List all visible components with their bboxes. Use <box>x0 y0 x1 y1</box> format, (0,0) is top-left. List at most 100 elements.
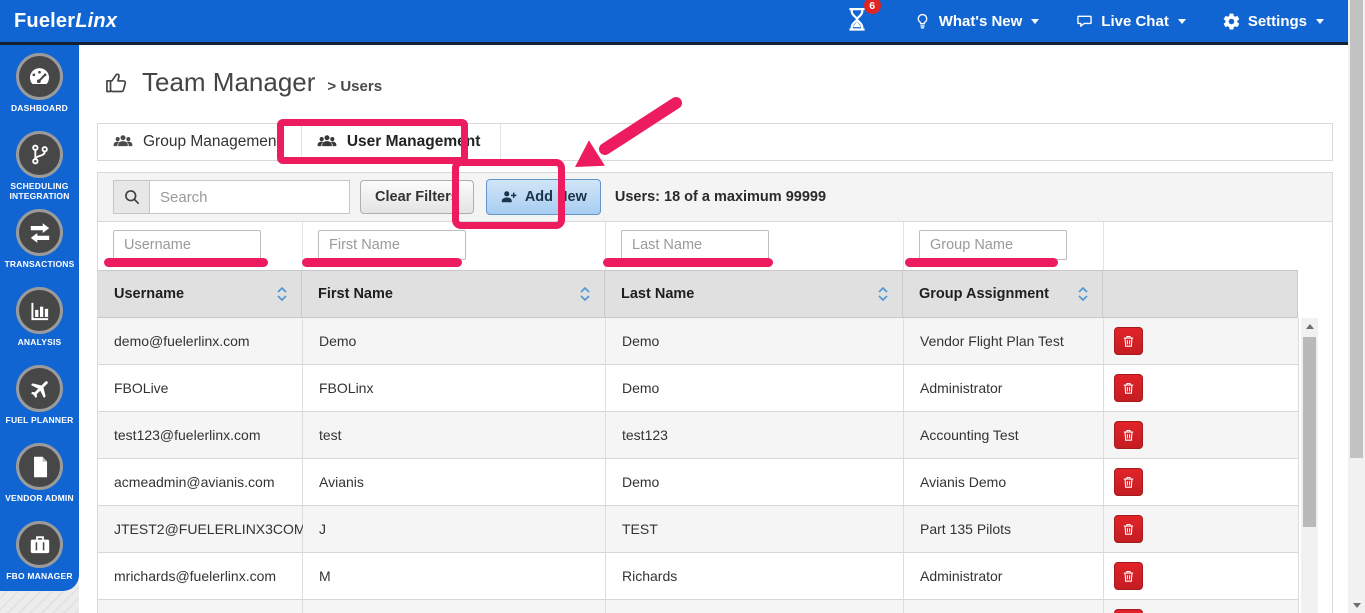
delete-user-button[interactable] <box>1114 327 1143 355</box>
cell-last-name: Demo <box>606 318 904 365</box>
app-window: FuelerLinx 6 What's New Live Chat Settin… <box>0 0 1365 613</box>
filter-cell <box>98 222 303 270</box>
cell-last-name: Demo <box>606 365 904 412</box>
search-addon <box>113 180 150 214</box>
group-icon <box>317 135 337 147</box>
live-chat-menu[interactable]: Live Chat <box>1075 12 1186 31</box>
column-label: First Name <box>318 286 393 302</box>
breadcrumb: > Users <box>327 78 383 95</box>
sidebar-item-transactions[interactable]: TRANSACTIONS <box>0 209 79 287</box>
cell-username: acmeadmin@avianis.com <box>98 459 303 506</box>
table-scrollbar-thumb[interactable] <box>1303 337 1316 527</box>
cell-username <box>98 600 303 613</box>
group-icon <box>113 135 133 147</box>
cell-actions <box>1104 412 1299 459</box>
chat-icon <box>1077 15 1093 27</box>
top-navigation-bar: FuelerLinx 6 What's New Live Chat Settin… <box>0 0 1348 45</box>
notifications-button[interactable]: 6 <box>843 0 881 37</box>
logo-text: Fueler <box>14 9 76 32</box>
sidebar-item-vendor-admin[interactable]: VENDOR ADMIN <box>0 443 79 521</box>
sidebar-item-label: TRANSACTIONS <box>4 259 75 269</box>
whats-new-menu[interactable]: What's New <box>913 12 1040 31</box>
table-header-row: Username First Name Last Name Group Assi… <box>98 270 1299 318</box>
page-scrollbar-thumb[interactable] <box>1350 0 1363 458</box>
first-name-filter-input[interactable] <box>318 230 466 260</box>
settings-menu[interactable]: Settings <box>1222 12 1324 31</box>
filter-cell <box>303 222 606 270</box>
cell-actions <box>1104 365 1299 412</box>
delete-user-button[interactable] <box>1114 421 1143 449</box>
whats-new-label: What's New <box>938 12 1023 30</box>
sidebar-item-fuel-planner[interactable]: FUEL PLANNER <box>0 365 79 443</box>
scroll-up-arrow[interactable] <box>1305 324 1314 329</box>
thumbs-up-icon <box>106 73 127 93</box>
fuelerlinx-logo[interactable]: FuelerLinx <box>14 10 117 33</box>
topbar-menu-group: 6 What's New Live Chat Settings <box>843 0 1334 37</box>
clear-filters-button[interactable]: Clear Filters <box>360 180 474 214</box>
toolbar: Clear Filters Add New Users: 18 of a max… <box>97 172 1333 222</box>
delete-user-button[interactable] <box>1114 515 1143 543</box>
add-new-label: Add New <box>524 189 587 205</box>
tab-group-management[interactable]: Group Management <box>98 124 302 160</box>
table-row: mrichards@fuelerlinx.com M Richards Admi… <box>98 553 1299 600</box>
sidebar-item-label: ANALYSIS <box>17 337 62 347</box>
scroll-down-arrow[interactable] <box>1353 603 1361 608</box>
cell-group: Avianis Demo <box>904 459 1104 506</box>
sidebar-item-label: FUEL PLANNER <box>5 415 74 425</box>
sort-icon[interactable] <box>579 286 591 302</box>
search-input[interactable] <box>150 180 350 214</box>
tab-user-management[interactable]: User Management <box>302 124 502 160</box>
cell-first-name: Demo <box>303 318 606 365</box>
cell-first-name: Avianis <box>303 459 606 506</box>
sidebar-item-dashboard[interactable]: DASHBOARD <box>0 53 79 131</box>
sort-icon[interactable] <box>1077 286 1089 302</box>
delete-user-button[interactable] <box>1114 609 1143 613</box>
column-header-first-name[interactable]: First Name <box>302 270 605 318</box>
group-name-filter-input[interactable] <box>919 230 1067 260</box>
delete-user-button[interactable] <box>1114 468 1143 496</box>
page-title: Team Manager <box>142 67 316 97</box>
chevron-down-icon <box>1316 18 1324 24</box>
cell-actions <box>1104 459 1299 506</box>
column-header-last-name[interactable]: Last Name <box>605 270 903 318</box>
page-scrollbar[interactable] <box>1348 0 1365 613</box>
sidebar-item-analysis[interactable]: ANALYSIS <box>0 287 79 365</box>
table-row: test123@fuelerlinx.com test test123 Acco… <box>98 412 1299 459</box>
cell-group: Administrator <box>904 365 1104 412</box>
last-name-filter-input[interactable] <box>621 230 769 260</box>
sidebar-item-fbo-manager[interactable]: FBO MANAGER <box>0 521 79 599</box>
column-header-username[interactable]: Username <box>98 270 302 318</box>
users-table: Username First Name Last Name Group Assi… <box>97 222 1333 613</box>
sidebar-navigation: DASHBOARD SCHEDULING INTEGRATION TRANSAC… <box>0 45 79 591</box>
cell-first-name: FBOLinx <box>303 365 606 412</box>
notification-count-badge: 6 <box>863 0 881 14</box>
sidebar-item-scheduling-integration[interactable]: SCHEDULING INTEGRATION <box>0 131 79 209</box>
table-row: acmeadmin@avianis.com Avianis Demo Avian… <box>98 459 1299 506</box>
cell-username: demo@fuelerlinx.com <box>98 318 303 365</box>
sort-icon[interactable] <box>877 286 889 302</box>
table-row-partial <box>98 600 1299 613</box>
table-scrollbar[interactable] <box>1301 318 1318 613</box>
cell-first-name: J <box>303 506 606 553</box>
cell-group <box>904 600 1104 613</box>
lightbulb-icon <box>917 13 928 29</box>
username-filter-input[interactable] <box>113 230 261 260</box>
delete-user-button[interactable] <box>1114 562 1143 590</box>
table-row: FBOLive FBOLinx Demo Administrator <box>98 365 1299 412</box>
tab-label: User Management <box>346 133 481 150</box>
trash-icon <box>1123 570 1134 582</box>
live-chat-label: Live Chat <box>1101 12 1169 30</box>
delete-user-button[interactable] <box>1114 374 1143 402</box>
cell-first-name: test <box>303 412 606 459</box>
tab-bar: Group Management User Management <box>97 123 1333 161</box>
column-header-group-assignment[interactable]: Group Assignment <box>903 270 1103 318</box>
cell-actions <box>1104 553 1299 600</box>
git-branch-icon <box>16 131 63 178</box>
main-content: Team Manager > Users Group Management Us… <box>79 45 1348 613</box>
sidebar-item-label: FBO MANAGER <box>6 571 73 581</box>
table-row: demo@fuelerlinx.com Demo Demo Vendor Fli… <box>98 318 1299 365</box>
sort-icon[interactable] <box>276 286 288 302</box>
add-new-button[interactable]: Add New <box>485 179 601 215</box>
cell-username: JTEST2@FUELERLINX3COM <box>98 506 306 553</box>
cell-actions <box>1104 600 1299 613</box>
